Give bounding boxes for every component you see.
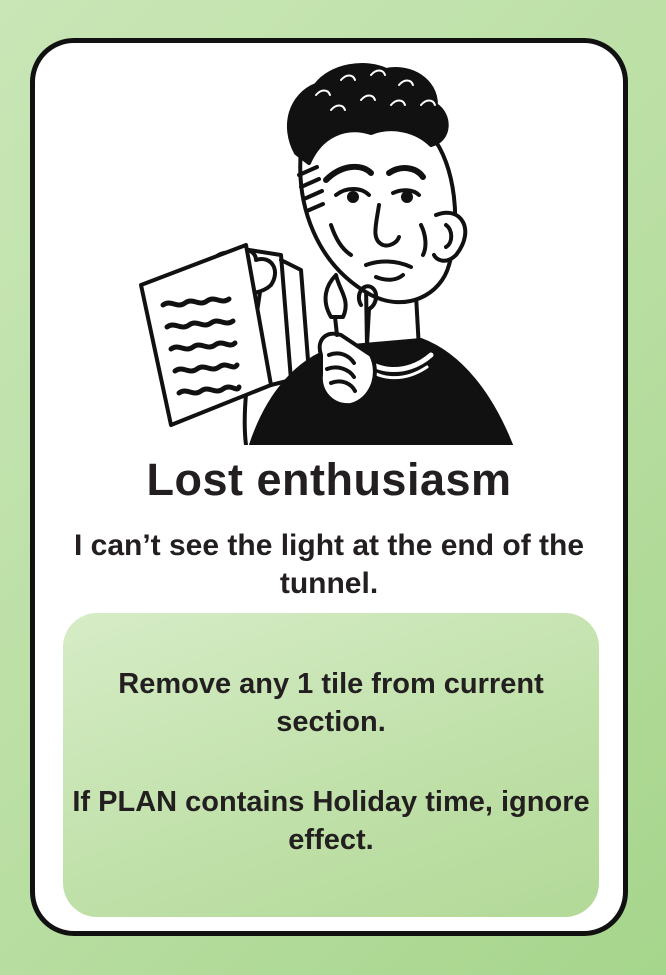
dejected-man-holding-paper-icon: [139, 63, 513, 445]
card-title: Lost enthusiasm: [146, 454, 512, 505]
effect-box: Remove any 1 tile from current section. …: [63, 613, 599, 917]
effect-text-holiday-exception: If PLAN contains Holiday time, ignore ef…: [72, 786, 590, 856]
effect-text-remove-tile: Remove any 1 tile from current section.: [118, 668, 544, 738]
event-card: Lost enthusiasm I can’t see the light at…: [30, 38, 628, 936]
flavor-text: I can’t see the light at the end of the …: [73, 529, 585, 600]
